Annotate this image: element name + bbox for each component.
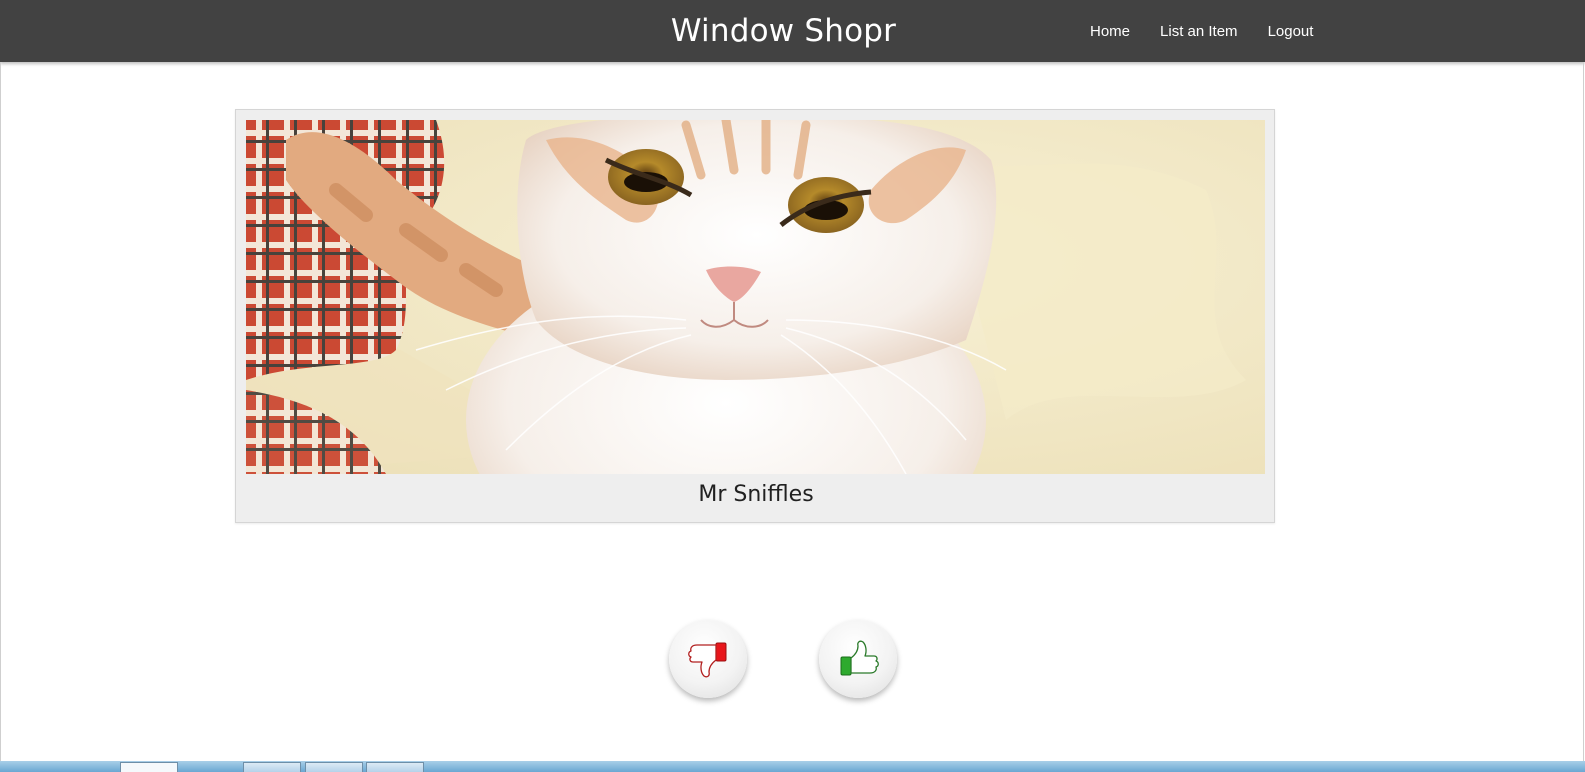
- like-button[interactable]: [819, 620, 897, 698]
- item-card: Mr Sniffles: [235, 109, 1275, 523]
- taskbar-item[interactable]: [305, 762, 363, 772]
- nav-home-link[interactable]: Home: [1090, 23, 1130, 40]
- item-name: Mr Sniffles: [698, 482, 814, 507]
- thumbs-up-icon: [840, 640, 879, 676]
- dislike-button[interactable]: [669, 620, 747, 698]
- taskbar-item[interactable]: [120, 762, 178, 772]
- nav-list-item-link[interactable]: List an Item: [1160, 23, 1238, 40]
- item-photo: [246, 120, 1265, 474]
- taskbar-item[interactable]: [366, 762, 424, 772]
- nav-links: Home List an Item Logout: [1090, 0, 1343, 62]
- app-title-text[interactable]: Window Shopr: [671, 13, 896, 49]
- thumbs-down-icon: [688, 642, 727, 678]
- cat-photo-illustration: [246, 120, 1265, 474]
- os-taskbar: [0, 761, 1585, 772]
- app-title[interactable]: Window Shopr: [0, 0, 1585, 62]
- taskbar-item[interactable]: [243, 762, 301, 772]
- top-navbar: Window Shopr Home List an Item Logout: [0, 0, 1585, 62]
- nav-logout-link[interactable]: Logout: [1268, 23, 1314, 40]
